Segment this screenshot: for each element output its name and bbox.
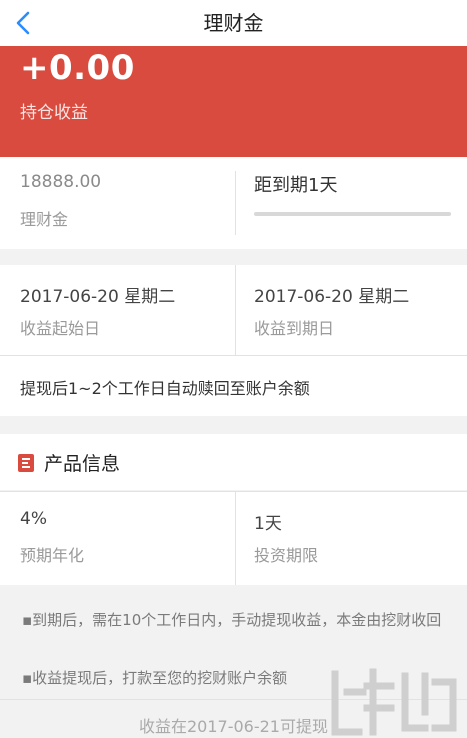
holding-profit-amount: +0.00 — [20, 48, 135, 88]
product-info-section — [0, 491, 467, 585]
product-info-title: 产品信息 — [44, 453, 121, 475]
dates-separator — [0, 355, 467, 356]
document-icon — [18, 454, 34, 472]
start-date-value: 2017-06-20 星期二 — [20, 287, 176, 307]
term-value: 1天 — [254, 514, 282, 534]
principal-value: 18888.00 — [20, 172, 102, 192]
end-date-label: 收益到期日 — [254, 319, 335, 338]
dates-divider — [235, 265, 236, 355]
annual-rate-label: 预期年化 — [20, 546, 85, 565]
start-date-label: 收益起始日 — [20, 319, 101, 338]
redeem-note: 提现后1~2个工作日自动赎回至账户余额 — [20, 379, 310, 398]
end-date-value: 2017-06-20 星期二 — [254, 287, 410, 307]
withdraw-date-text: 收益在2017-06-21可提现 — [139, 717, 328, 736]
nav-bar: 理财金 — [0, 0, 467, 46]
maturity-progress-bar — [254, 212, 451, 216]
product-divider — [235, 492, 236, 585]
product-info-header: 产品信息 — [0, 434, 467, 490]
principal-label: 理财金 — [20, 210, 69, 229]
page-title: 理财金 — [203, 11, 264, 35]
annual-rate-value: 4% — [20, 509, 47, 529]
maturity-countdown: 距到期1天 — [254, 175, 338, 196]
rule-note-1: ▪到期后，需在10个工作日内，手动提现收益，本金由挖财收回 — [22, 611, 442, 629]
summary-divider — [235, 171, 236, 235]
watermark-logo — [331, 668, 457, 736]
summary-section — [0, 157, 467, 249]
term-label: 投资期限 — [254, 546, 319, 565]
holding-profit-label: 持仓收益 — [20, 103, 88, 123]
hero-panel: +0.00 持仓收益 — [0, 46, 467, 157]
